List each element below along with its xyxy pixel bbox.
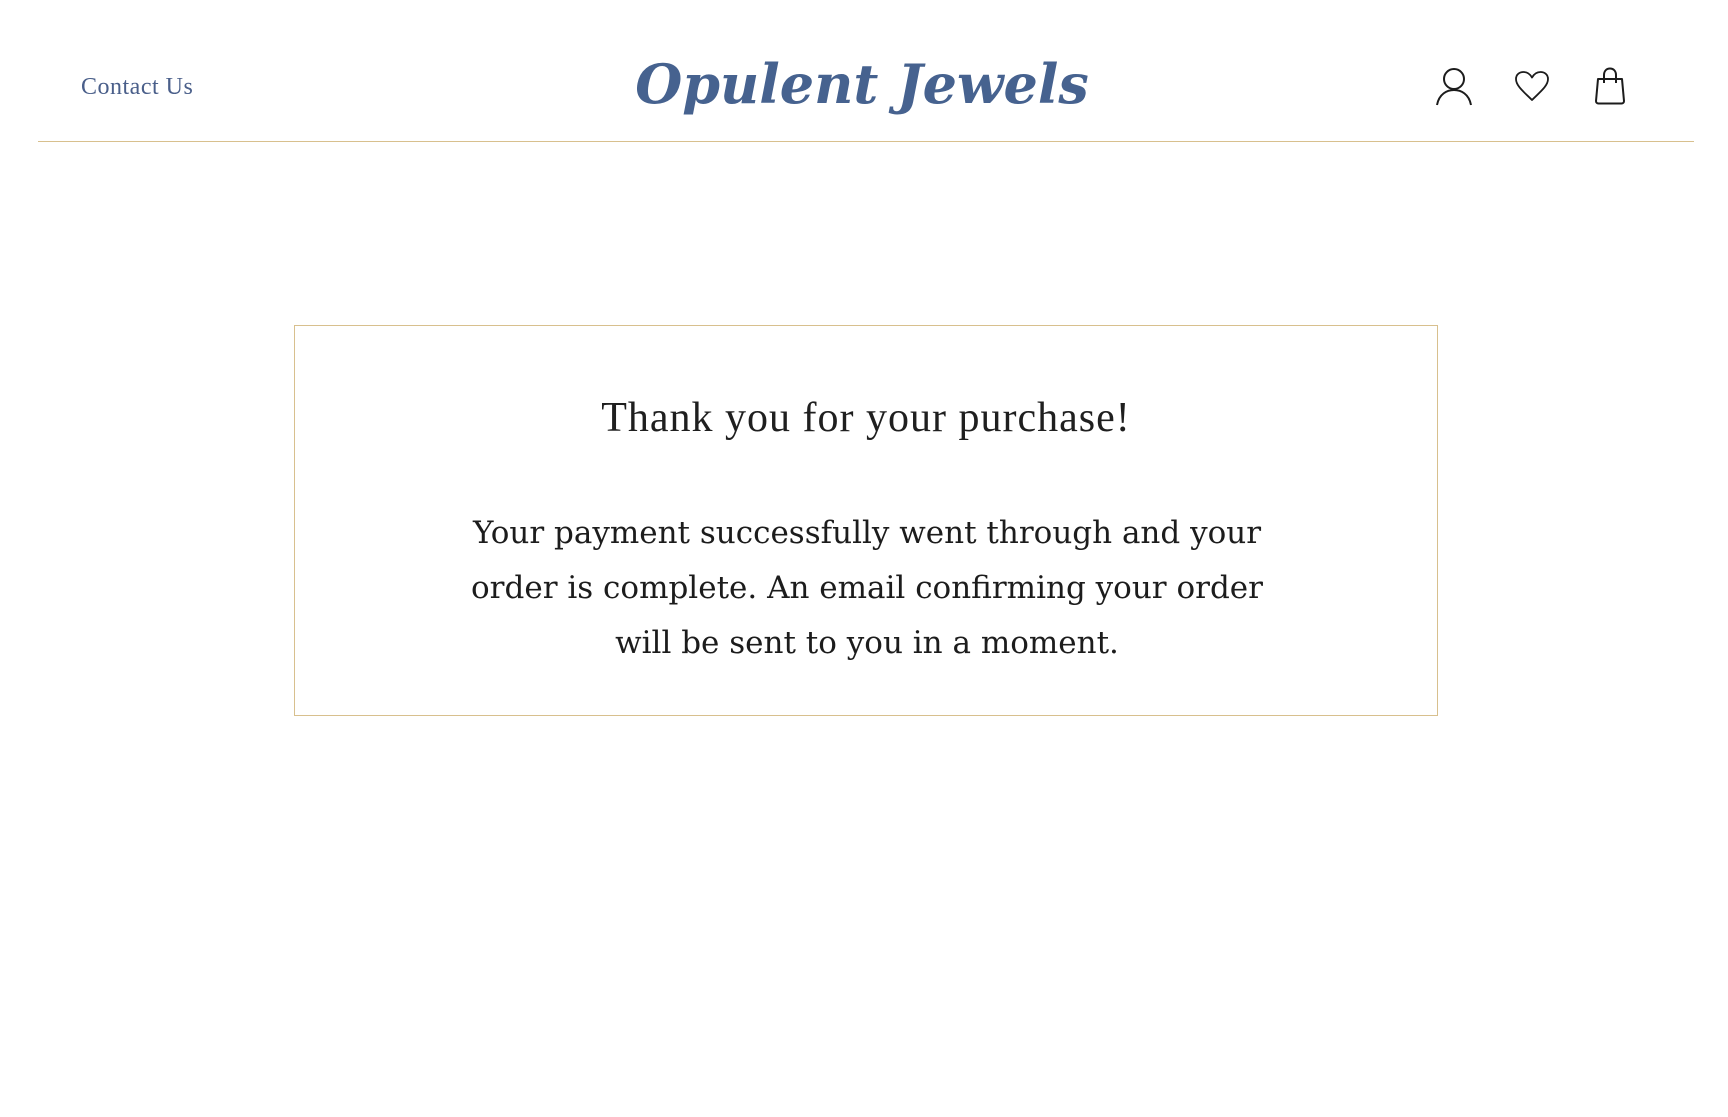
user-icon [1436, 68, 1472, 106]
confirmation-message: Your payment successfully went through a… [471, 515, 1263, 661]
account-button[interactable] [1432, 64, 1476, 108]
wishlist-button[interactable] [1510, 64, 1554, 108]
cart-button[interactable] [1588, 64, 1632, 108]
heart-icon [1515, 71, 1549, 101]
order-confirmation-card: Thank you for your purchase! Your paymen… [294, 325, 1438, 716]
confirmation-title: Thank you for your purchase! [601, 395, 1131, 441]
shopping-bag-icon [1595, 67, 1625, 105]
header-actions [1424, 64, 1664, 108]
site-header: Contact Us Opulent Jewels [38, 0, 1694, 142]
